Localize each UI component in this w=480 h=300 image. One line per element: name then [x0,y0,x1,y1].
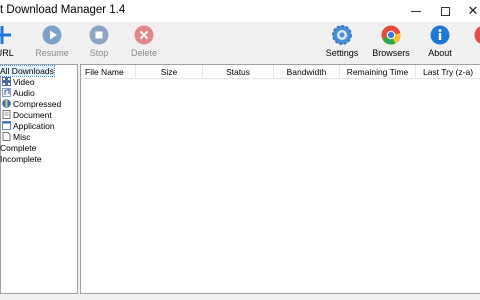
browsers-label: Browsers [372,48,410,58]
resume-label: Resume [35,48,69,58]
resume-button[interactable]: Resume [28,22,76,63]
list-header: File Name Size Status Bandwidth Remainin… [81,65,480,79]
tree-item-label: All Downloads [0,65,55,77]
close-app-button[interactable]: C [460,22,480,63]
minimize-icon [411,10,421,12]
stop-button[interactable]: Stop [75,22,123,63]
application-icon [2,121,11,130]
settings-label: Settings [325,48,359,58]
tree-item-misc[interactable]: Misc [2,132,30,143]
stop-label: Stop [89,48,109,58]
close-button[interactable]: ✕ [461,0,480,22]
plus-icon [0,26,11,44]
download-list[interactable]: File Name Size Status Bandwidth Remainin… [80,64,480,294]
delete-icon [134,25,154,45]
status-bar [0,294,480,300]
audio-icon [2,88,11,97]
tree-item-document[interactable]: Document [2,110,52,121]
about-label: About [428,48,452,58]
toolbar: r URL Resume Stop Delete [0,22,480,63]
minimize-button[interactable] [404,0,428,22]
chrome-icon [381,25,401,45]
tree-item-label: Compressed [13,99,62,109]
video-icon [2,77,11,86]
gear-icon [332,25,352,45]
about-button[interactable]: About [416,22,464,63]
tree-item-label: Application [13,121,55,131]
tree-item-application[interactable]: Application [2,121,55,132]
app-window: t Download Manager 1.4 ✕ r URL Resume [0,0,480,300]
column-file-name[interactable]: File Name [81,65,136,79]
add-url-button[interactable]: r URL [0,22,26,63]
delete-label: Delete [130,48,157,58]
info-icon [430,25,450,45]
tree-item-video[interactable]: Video [2,77,35,88]
close-icon: ✕ [467,3,479,18]
tree-item-label: Misc [13,132,31,142]
column-status[interactable]: Status [203,65,274,79]
maximize-icon [440,6,450,16]
tree-item-incomplete[interactable]: Incomplete [0,154,42,165]
misc-icon [2,132,11,141]
maximize-button[interactable] [433,0,457,22]
close-app-label: C [460,48,480,58]
category-tree: All Downloads Video Audio Compressed Doc… [0,64,78,294]
tree-item-compressed[interactable]: Compressed [2,99,61,110]
column-bandwidth[interactable]: Bandwidth [274,65,340,79]
tree-item-complete[interactable]: Complete [0,143,36,154]
tree-item-all-downloads[interactable]: All Downloads [0,65,55,77]
window-title: t Download Manager 1.4 [0,4,126,16]
settings-button[interactable]: Settings [318,22,366,63]
tree-item-label: Document [13,110,52,120]
document-icon [2,110,11,119]
title-bar: t Download Manager 1.4 ✕ [0,0,480,22]
tree-item-label: Audio [13,88,35,98]
tree-item-label: Complete [0,143,37,153]
stop-icon [89,25,109,45]
tree-item-label: Video [13,77,35,87]
column-last-try[interactable]: Last Try (z-a) [416,65,480,79]
compressed-icon [2,99,11,108]
add-url-label: r URL [0,48,14,58]
tree-item-label: Incomplete [0,154,42,164]
tree-item-audio[interactable]: Audio [2,88,35,99]
column-size[interactable]: Size [136,65,203,79]
browsers-button[interactable]: Browsers [367,22,415,63]
delete-button[interactable]: Delete [120,22,168,63]
play-icon [42,25,62,45]
column-remaining-time[interactable]: Remaining Time [340,65,416,79]
exit-icon [474,26,480,44]
